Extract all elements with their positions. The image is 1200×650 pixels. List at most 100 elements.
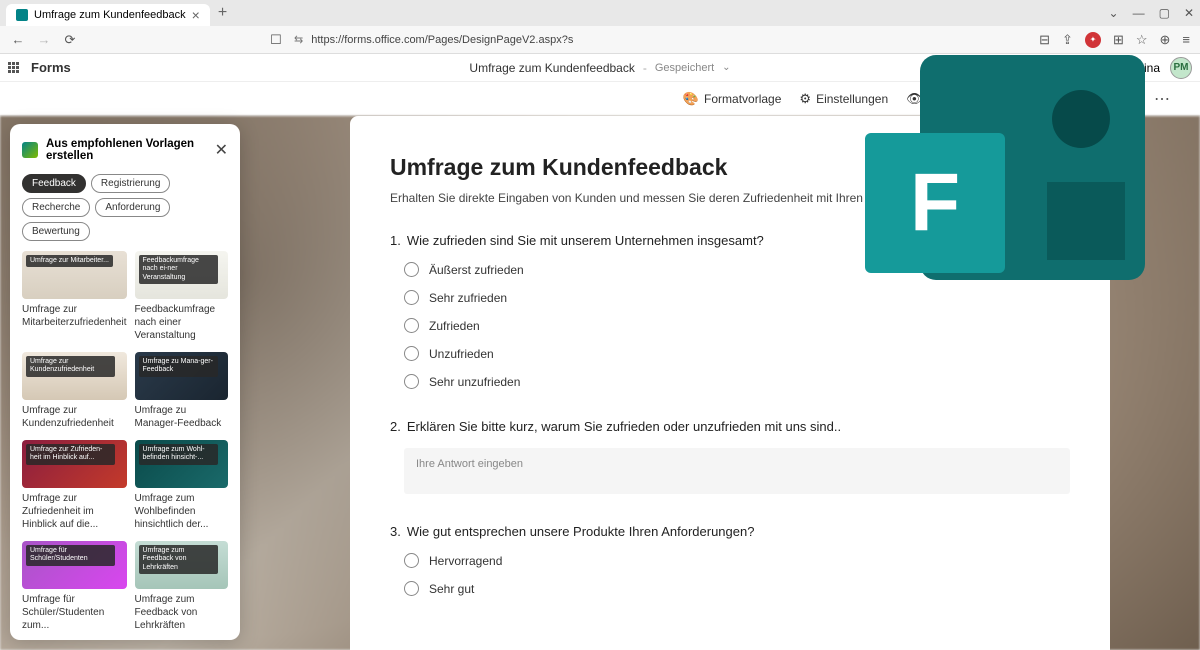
option-label: Äußerst zufrieden	[429, 263, 524, 277]
present-button[interactable]: tieren	[1106, 92, 1136, 106]
separator: -	[643, 61, 647, 75]
app-launcher-icon[interactable]	[8, 62, 19, 73]
close-panel-button[interactable]: ✕	[215, 140, 228, 160]
bookmark-icon[interactable]: ☐	[268, 32, 284, 48]
choice-option[interactable]: Unzufrieden	[404, 346, 1070, 361]
choice-option[interactable]: Sehr gut	[404, 581, 1070, 596]
save-status: Gespeichert	[655, 62, 714, 74]
choice-option[interactable]: Sehr unzufrieden	[404, 374, 1070, 389]
templates-icon	[22, 142, 38, 158]
template-card[interactable]: Feedbackumfrage nach ei-ner Veranstaltun…	[135, 251, 229, 342]
filter-chip[interactable]: Feedback	[22, 174, 86, 193]
maximize-icon[interactable]: ▢	[1159, 6, 1170, 20]
reload-button[interactable]: ⟳	[62, 32, 78, 48]
choice-option[interactable]: Zufrieden	[404, 318, 1070, 333]
template-card[interactable]: Umfrage zu Mana-ger-FeedbackUmfrage zu M…	[135, 352, 229, 430]
option-label: Sehr unzufrieden	[429, 375, 520, 389]
thumbnail-tag: Umfrage zum Feedback von Lehrkräften	[139, 545, 218, 574]
radio-icon[interactable]	[404, 290, 419, 305]
present-label: tieren	[1106, 92, 1136, 106]
filter-chip[interactable]: Registrierung	[91, 174, 170, 193]
preview-label: Vorschau	[928, 92, 978, 106]
template-card[interactable]: Umfrage zum Feedback von Lehrkräften Umfr…	[135, 541, 229, 632]
filter-chip[interactable]: Anforderung	[95, 198, 170, 217]
question[interactable]: 3.Wie gut entsprechen unsere Produkte Ih…	[390, 524, 1070, 596]
document-title[interactable]: Umfrage zum Kundenfeedback	[469, 61, 634, 75]
template-card[interactable]: Umfrage zur Mitarbeiter...Umfrage zur Mi…	[22, 251, 127, 342]
extensions-icon[interactable]: ⊞	[1113, 32, 1124, 48]
question-number: 3.	[390, 524, 401, 539]
settings-button[interactable]: ⚙ Einstellungen	[799, 91, 888, 107]
collections-icon[interactable]: ⊕	[1160, 32, 1171, 48]
template-card[interactable]: Umfrage zur KundenzufriedenheitUmfrage z…	[22, 352, 127, 430]
share-icon[interactable]: ⇪	[1062, 32, 1073, 48]
filter-chips: Feedback RegistrierungRecherche Anforderun…	[22, 174, 228, 241]
app-name[interactable]: Forms	[31, 60, 71, 75]
template-card[interactable]: Umfrage zum Wohl-befinden hinsicht-... Um…	[135, 440, 229, 531]
new-tab-button[interactable]: +	[218, 4, 227, 22]
questions-list: 1.Wie zufrieden sind Sie mit unserem Unt…	[390, 233, 1070, 596]
radio-icon[interactable]	[404, 346, 419, 361]
favorites-icon[interactable]: ☆	[1136, 32, 1148, 48]
forward-button[interactable]: →	[36, 32, 52, 47]
close-tab-icon[interactable]: ×	[192, 7, 200, 23]
radio-icon[interactable]	[404, 553, 419, 568]
toolbar: 🎨Formatvorlage ⚙Einstellungen 👁Vorschau …	[0, 82, 1200, 116]
eye-icon: 👁	[906, 91, 923, 107]
chevron-down-icon[interactable]: ⌄	[1109, 6, 1119, 20]
user-avatar[interactable]: PM	[1170, 57, 1192, 79]
menu-icon[interactable]: ≡	[1182, 32, 1190, 47]
minimize-icon[interactable]: —	[1133, 6, 1145, 20]
options-list: Hervorragend Sehr gut	[404, 553, 1070, 596]
template-label: Umfrage zur Zufriedenheit im Hinblick au…	[22, 492, 127, 531]
question[interactable]: 1.Wie zufrieden sind Sie mit unserem Unt…	[390, 233, 1070, 389]
style-label: Formatvorlage	[704, 92, 781, 106]
thumbnail-tag: Umfrage zum Wohl-befinden hinsicht-...	[139, 444, 218, 465]
palette-icon: 🎨	[683, 91, 699, 107]
choice-option[interactable]: Sehr zufrieden	[404, 290, 1070, 305]
close-window-icon[interactable]: ✕	[1184, 6, 1194, 20]
option-label: Unzufrieden	[429, 347, 494, 361]
text-answer-input[interactable]: Ihre Antwort eingeben	[404, 448, 1070, 494]
collect-responses-button[interactable]: ▶Antworten	[996, 87, 1088, 111]
choice-option[interactable]: Hervorragend	[404, 553, 1070, 568]
extension-badge-icon[interactable]: ✦	[1085, 32, 1101, 48]
window-controls: ⌄ — ▢ ✕	[1109, 6, 1194, 20]
template-label: Umfrage zum Wohlbefinden hinsichtlich de…	[135, 492, 229, 531]
template-card[interactable]: Umfrage zur Zufrieden-heit im Hinblick a…	[22, 440, 127, 531]
back-button[interactable]: ←	[10, 32, 26, 47]
template-label: Umfrage zum Feedback von Lehrkräften	[135, 593, 229, 632]
url-text: https://forms.office.com/Pages/DesignPag…	[311, 34, 573, 46]
question[interactable]: 2.Erklären Sie bitte kurz, warum Sie zuf…	[390, 419, 1070, 494]
template-label: Umfrage zur Mitarbeiterzufriedenheit	[22, 303, 127, 329]
template-card[interactable]: Umfrage für Schüler/StudentenUmfrage für…	[22, 541, 127, 632]
style-button[interactable]: 🎨 Formatvorlage	[683, 91, 782, 107]
radio-icon[interactable]	[404, 262, 419, 277]
radio-icon[interactable]	[404, 581, 419, 596]
thumbnail-tag: Umfrage zu Mana-ger-Feedback	[139, 356, 218, 377]
radio-icon[interactable]	[404, 318, 419, 333]
question-number: 1.	[390, 233, 401, 248]
preview-button[interactable]: 👁 Vorschau	[906, 91, 978, 107]
reader-icon[interactable]: ⊟	[1039, 32, 1050, 48]
browser-tab-bar: Umfrage zum Kundenfeedback × + ⌄ — ▢ ✕	[0, 0, 1200, 26]
form-title[interactable]: Umfrage zum Kundenfeedback	[390, 154, 1070, 181]
chevron-down-icon[interactable]: ⌄	[722, 62, 730, 73]
settings-label: Einstellungen	[816, 92, 888, 106]
radio-icon[interactable]	[404, 374, 419, 389]
url-field[interactable]: ⇆ https://forms.office.com/Pages/DesignP…	[294, 33, 1029, 46]
collect-label: Antworten	[1022, 92, 1076, 106]
question-number: 2.	[390, 419, 401, 434]
more-options-button[interactable]: ⋯	[1154, 89, 1170, 109]
browser-tab[interactable]: Umfrage zum Kundenfeedback ×	[6, 4, 210, 26]
template-thumbnail: Umfrage für Schüler/Studenten	[22, 541, 127, 589]
gear-icon: ⚙	[799, 91, 811, 107]
option-label: Hervorragend	[429, 554, 502, 568]
filter-chip[interactable]: Bewertung	[22, 222, 90, 241]
form-description[interactable]: Erhalten Sie direkte Eingaben von Kunden…	[390, 191, 1070, 205]
filter-chip[interactable]: Recherche	[22, 198, 90, 217]
app-header: Forms Umfrage zum Kundenfeedback - Gespe…	[0, 54, 1200, 82]
choice-option[interactable]: Äußerst zufrieden	[404, 262, 1070, 277]
thumbnail-tag: Umfrage zur Zufrieden-heit im Hinblick a…	[26, 444, 115, 465]
site-info-icon[interactable]: ⇆	[294, 33, 303, 46]
